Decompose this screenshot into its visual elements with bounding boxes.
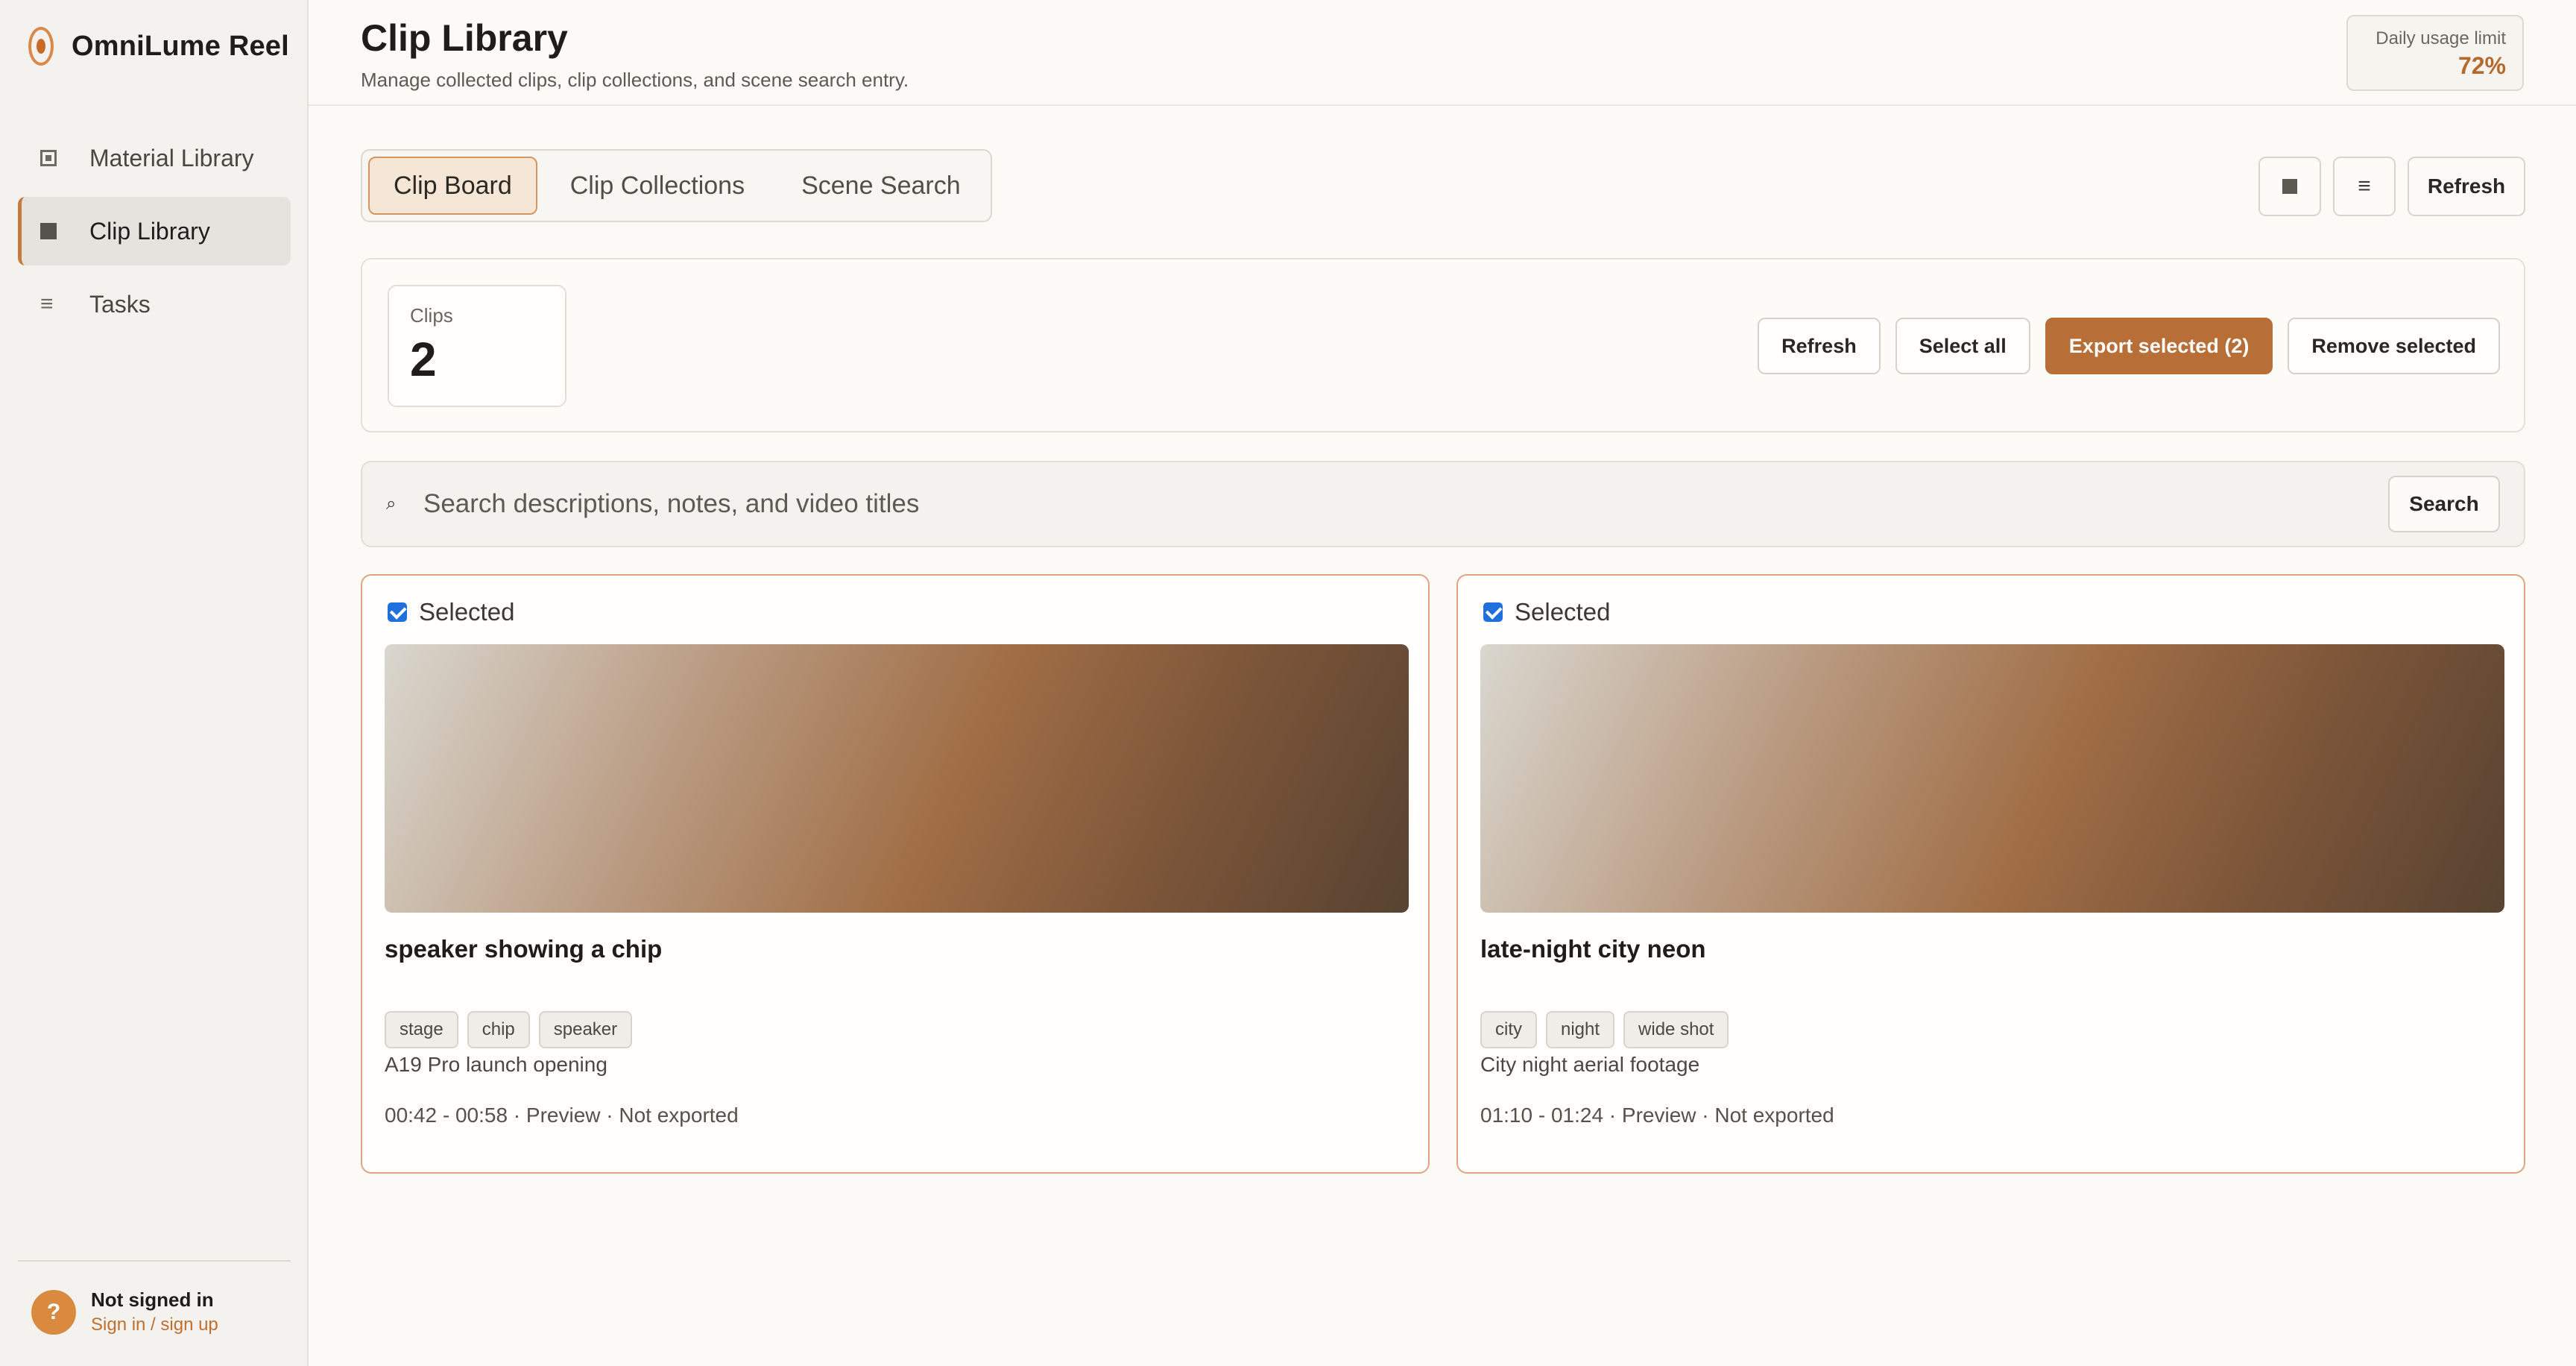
- selected-checkbox[interactable]: [388, 602, 407, 622]
- page-subtitle: Manage collected clips, clip collections…: [361, 69, 909, 91]
- clip-thumbnail[interactable]: [1480, 644, 2504, 913]
- clip-source-video: A19 Pro launch opening: [385, 1053, 607, 1076]
- sign-in-link[interactable]: Sign in / sign up: [91, 1315, 218, 1335]
- page-title: Clip Library: [361, 17, 568, 59]
- brand[interactable]: OmniLume Reel: [28, 27, 289, 66]
- sidebar-item-material-library[interactable]: Material Library: [18, 124, 291, 192]
- clip-tags: stage chip speaker: [385, 1011, 633, 1048]
- omnilume-logo-icon: [28, 27, 54, 66]
- clip-title: speaker showing a chip: [385, 935, 663, 963]
- square-filled-icon: [40, 223, 73, 239]
- clip-select-toggle[interactable]: Selected: [1483, 598, 1610, 626]
- usage-limit-badge: Daily usage limit 72%: [2346, 15, 2524, 91]
- tab-clip-collections[interactable]: Clip Collections: [546, 157, 768, 215]
- clip-thumbnail[interactable]: [385, 644, 1409, 913]
- usage-label: Daily usage limit: [2375, 28, 2506, 48]
- clip-card[interactable]: Selected late-night city neon city night…: [1456, 574, 2525, 1174]
- clip-meta: 01:10 - 01:24 · Preview · Not exported: [1480, 1104, 1834, 1127]
- clips-count-value: 2: [410, 333, 437, 386]
- tag: speaker: [538, 1011, 633, 1048]
- sidebar-item-label: Material Library: [89, 144, 254, 171]
- tab-scene-search[interactable]: Scene Search: [777, 157, 985, 215]
- list-view-icon: ≡: [2358, 174, 2371, 198]
- grid-view-button[interactable]: [2258, 157, 2321, 216]
- square-outline-icon: [40, 150, 73, 166]
- sidebar-item-tasks[interactable]: ≡ Tasks: [18, 270, 291, 339]
- refresh-button[interactable]: Refresh: [1758, 318, 1881, 374]
- selected-label: Selected: [419, 598, 515, 626]
- list-icon: ≡: [40, 292, 54, 316]
- avatar[interactable]: ?: [31, 1289, 76, 1335]
- tab-clip-board[interactable]: Clip Board: [368, 157, 537, 215]
- bulk-actions: Refresh Select all Export selected (2) R…: [1758, 318, 2500, 374]
- usage-value: 72%: [2457, 52, 2506, 79]
- clips-count-card: Clips 2: [388, 285, 566, 407]
- clip-select-toggle[interactable]: Selected: [388, 598, 514, 626]
- sidebar-item-label: Tasks: [89, 290, 151, 318]
- app-name: OmniLume Reel: [72, 30, 289, 62]
- clip-source-video: City night aerial footage: [1480, 1053, 1700, 1076]
- refresh-view-button[interactable]: Refresh: [2408, 157, 2525, 216]
- sidebar: OmniLume Reel Material Library Clip Libr…: [0, 0, 309, 1366]
- tag: stage: [385, 1011, 458, 1048]
- search-icon: ⌕: [386, 494, 397, 514]
- page-header: Clip Library Manage collected clips, cli…: [309, 0, 2576, 106]
- sidebar-nav: Material Library Clip Library ≡ Tasks: [18, 124, 291, 343]
- tag: chip: [467, 1011, 530, 1048]
- export-selected-button[interactable]: Export selected (2): [2045, 318, 2273, 374]
- sidebar-item-label: Clip Library: [89, 217, 210, 245]
- grid-view-icon: [2282, 179, 2297, 194]
- search-input[interactable]: [423, 474, 2388, 534]
- select-all-button[interactable]: Select all: [1895, 318, 2030, 374]
- clip-meta: 00:42 - 00:58 · Preview · Not exported: [385, 1104, 739, 1127]
- selected-checkbox[interactable]: [1483, 602, 1503, 622]
- search-bar: ⌕ Search: [361, 461, 2525, 547]
- search-button[interactable]: Search: [2388, 476, 2500, 532]
- clip-tags: city night wide shot: [1480, 1011, 1729, 1048]
- view-tabs: Clip Board Clip Collections Scene Search: [361, 149, 992, 222]
- list-view-button[interactable]: ≡: [2333, 157, 2396, 216]
- sidebar-item-clip-library[interactable]: Clip Library: [18, 197, 291, 265]
- tag: wide shot: [1623, 1011, 1729, 1048]
- remove-selected-button[interactable]: Remove selected: [2288, 318, 2500, 374]
- tag: city: [1480, 1011, 1537, 1048]
- selected-label: Selected: [1515, 598, 1611, 626]
- sign-in-status: Not signed in: [91, 1288, 214, 1311]
- clip-title: late-night city neon: [1480, 935, 1706, 963]
- clips-count-label: Clips: [410, 304, 453, 327]
- account-panel: ? Not signed in Sign in / sign up: [18, 1260, 291, 1335]
- clip-stats-panel: Clips 2 Refresh Select all Export select…: [361, 258, 2525, 432]
- tag: night: [1546, 1011, 1615, 1048]
- clip-card[interactable]: Selected speaker showing a chip stage ch…: [361, 574, 1430, 1174]
